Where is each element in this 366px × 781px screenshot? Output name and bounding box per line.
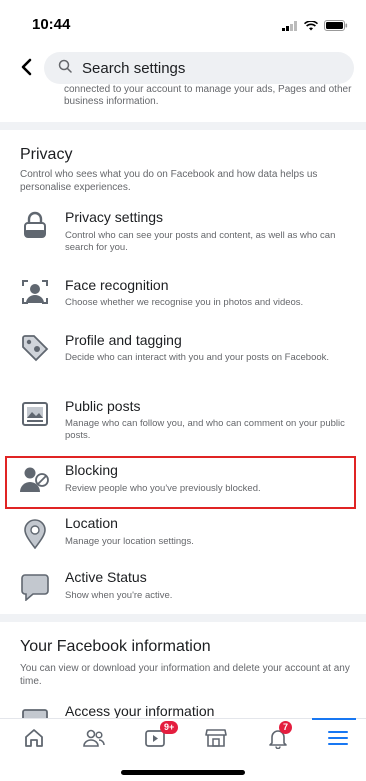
active-tab-indicator: [312, 718, 356, 720]
status-time: 10:44: [32, 16, 71, 33]
back-button[interactable]: [12, 54, 40, 84]
profile-and-tagging-subtitle: Decide who can interact with you and you…: [65, 352, 330, 363]
home-indicator[interactable]: [121, 770, 245, 775]
cellular-signal-icon: [282, 18, 298, 36]
your-information-section-description: You can view or download your informatio…: [20, 663, 350, 687]
privacy-settings-item[interactable]: Privacy settings Control who can see you…: [12, 206, 356, 262]
profile-and-tagging-title: Profile and tagging: [65, 332, 182, 348]
status-icons: [282, 18, 348, 36]
location-pin-icon: [20, 519, 50, 549]
friends-icon: [82, 727, 106, 754]
active-status-item[interactable]: Active Status Show when you're active.: [12, 567, 356, 611]
privacy-settings-title: Privacy settings: [65, 209, 164, 225]
tab-notifications[interactable]: 7: [262, 721, 294, 755]
privacy-settings-subtitle: Control who can see your posts and conte…: [65, 230, 336, 253]
blocking-icon: [20, 464, 50, 494]
privacy-section-title: Privacy: [20, 146, 73, 163]
previous-section-text: connected to your account to manage your…: [64, 84, 352, 107]
tab-watch[interactable]: 9+: [140, 721, 179, 755]
lock-icon: [20, 210, 50, 240]
bottom-tab-bar: 9+ 7: [0, 718, 366, 762]
battery-icon: [324, 18, 348, 36]
public-posts-icon: [20, 399, 50, 429]
section-divider: [0, 122, 366, 130]
access-your-information-title: Access your information: [65, 703, 215, 719]
blocking-item[interactable]: Blocking Review people who you've previo…: [12, 460, 356, 506]
your-information-section-title: Your Facebook information: [20, 638, 211, 655]
face-recognition-title: Face recognition: [65, 277, 169, 293]
wifi-icon: [303, 18, 319, 36]
section-divider: [0, 614, 366, 622]
profile-and-tagging-item[interactable]: Profile and tagging Decide who can inter…: [12, 329, 356, 385]
search-icon: [58, 59, 72, 78]
search-placeholder: Search settings: [82, 59, 186, 77]
privacy-section-description: Control who sees what you do on Facebook…: [20, 169, 318, 193]
chat-bubble-icon: [20, 572, 50, 602]
tab-home[interactable]: [18, 725, 50, 755]
active-status-title: Active Status: [65, 569, 147, 585]
face-recognition-item[interactable]: Face recognition Choose whether we recog…: [12, 274, 356, 314]
public-posts-subtitle: Manage who can follow you, and who can c…: [65, 418, 345, 441]
tag-icon: [20, 333, 50, 363]
home-icon: [23, 727, 45, 754]
location-title: Location: [65, 515, 118, 531]
marketplace-icon: [204, 727, 228, 754]
search-input[interactable]: Search settings: [44, 52, 354, 84]
location-subtitle: Manage your location settings.: [65, 536, 194, 547]
back-arrow-icon: [20, 58, 32, 81]
notifications-badge: 7: [279, 721, 293, 734]
active-status-subtitle: Show when you're active.: [65, 590, 173, 601]
access-your-information-item[interactable]: Access your information: [12, 701, 356, 719]
public-posts-title: Public posts: [65, 398, 141, 414]
tab-marketplace[interactable]: [200, 725, 232, 755]
menu-icon: [327, 728, 349, 753]
status-bar: 10:44: [0, 0, 366, 44]
tab-menu[interactable]: [322, 725, 354, 755]
blocking-subtitle: Review people who you've previously bloc…: [65, 483, 261, 494]
tab-friends[interactable]: [78, 725, 110, 755]
watch-badge: 9+: [160, 721, 179, 734]
face-recognition-subtitle: Choose whether we recognise you in photo…: [65, 297, 304, 308]
blocking-title: Blocking: [65, 462, 118, 478]
public-posts-item[interactable]: Public posts Manage who can follow you, …: [12, 395, 356, 451]
face-recognition-icon: [20, 277, 50, 307]
location-item[interactable]: Location Manage your location settings.: [12, 513, 356, 555]
